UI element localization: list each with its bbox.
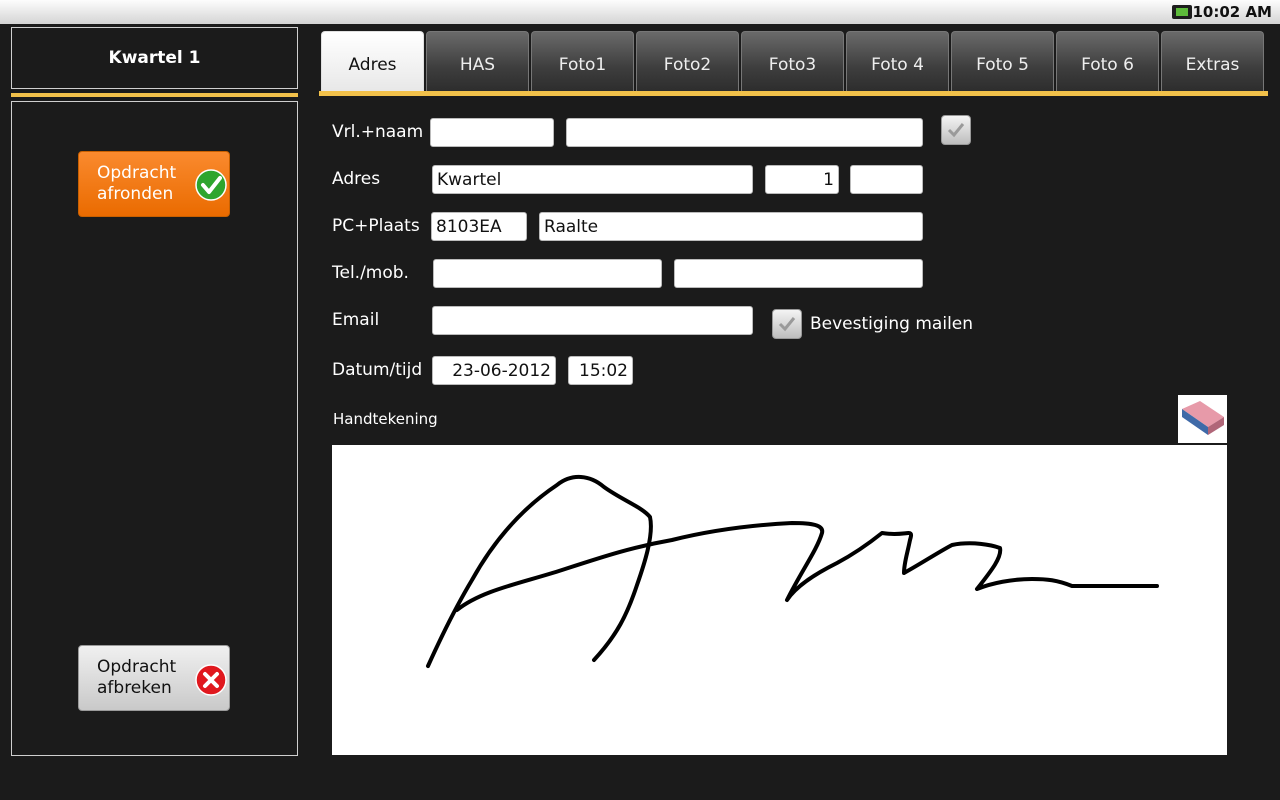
name-field[interactable]: [566, 118, 923, 147]
signature-pad[interactable]: [332, 445, 1227, 755]
tab-extras[interactable]: Extras: [1161, 31, 1264, 91]
checkmark-icon: [947, 123, 965, 138]
signature-label: Handtekening: [333, 410, 438, 428]
tab-foto5[interactable]: Foto 5: [951, 31, 1054, 91]
confirm-mail-checkbox[interactable]: [772, 309, 802, 339]
street-field[interactable]: [432, 165, 753, 194]
abort-job-button[interactable]: Opdracht afbreken: [78, 645, 230, 711]
check-icon: [195, 169, 227, 201]
email-label: Email: [332, 310, 380, 330]
phone-field[interactable]: [433, 259, 662, 288]
title-divider: [11, 93, 298, 97]
datetime-label: Datum/tijd: [332, 360, 423, 380]
tab-foto2[interactable]: Foto2: [636, 31, 739, 91]
tab-foto3[interactable]: Foto3: [741, 31, 844, 91]
tab-divider: [319, 91, 1268, 96]
tab-has[interactable]: HAS: [426, 31, 529, 91]
finish-job-button[interactable]: Opdracht afronden: [78, 151, 230, 217]
postcode-field[interactable]: [431, 212, 527, 241]
phone-label: Tel./mob.: [332, 263, 409, 283]
tab-foto4[interactable]: Foto 4: [846, 31, 949, 91]
finish-job-label: Opdracht afronden: [97, 163, 177, 204]
job-title: Kwartel 1: [11, 27, 298, 89]
postal-label: PC+Plaats: [332, 216, 420, 236]
tab-bar: Adres HAS Foto1 Foto2 Foto3 Foto 4 Foto …: [321, 31, 1266, 91]
signature-drawing: [426, 475, 1159, 668]
tab-adres[interactable]: Adres: [321, 31, 424, 91]
tab-foto1[interactable]: Foto1: [531, 31, 634, 91]
status-clock: 10:02 AM: [1192, 3, 1272, 21]
date-field[interactable]: [432, 356, 556, 385]
checkmark-icon: [778, 317, 796, 332]
name-label: Vrl.+naam: [332, 122, 424, 142]
mobile-field[interactable]: [674, 259, 923, 288]
time-field[interactable]: [568, 356, 633, 385]
name-checkbox[interactable]: [941, 115, 971, 145]
tab-foto6[interactable]: Foto 6: [1056, 31, 1159, 91]
address-label: Adres: [332, 169, 381, 189]
abort-job-label: Opdracht afbreken: [97, 657, 177, 698]
house-number-field[interactable]: [765, 165, 839, 194]
email-field[interactable]: [432, 306, 753, 335]
eraser-icon[interactable]: [1178, 395, 1227, 443]
close-icon: [195, 664, 227, 696]
city-field[interactable]: [539, 212, 923, 241]
battery-icon: [1172, 5, 1192, 19]
confirm-mail-label: Bevestiging mailen: [810, 314, 974, 334]
status-bar: 10:02 AM: [0, 0, 1280, 24]
initials-field[interactable]: [430, 118, 554, 147]
house-number-addition-field[interactable]: [850, 165, 923, 194]
